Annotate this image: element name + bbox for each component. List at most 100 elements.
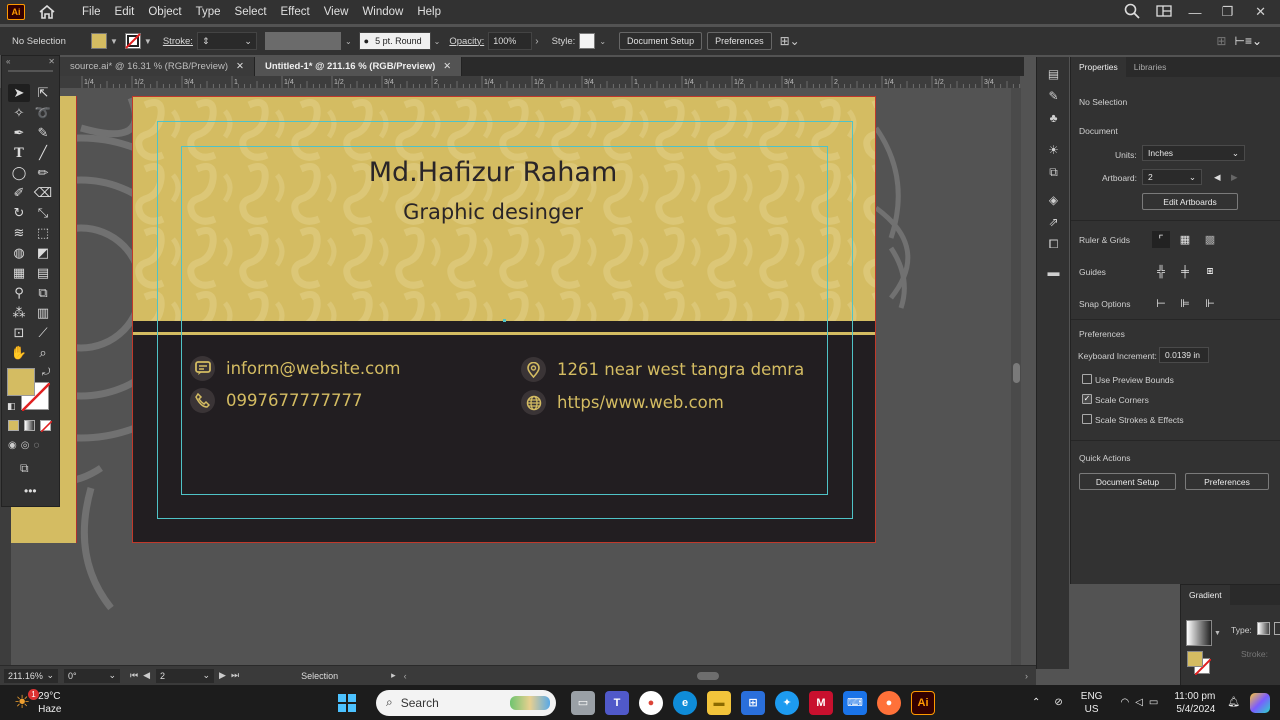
artboards-panel-icon[interactable]: ⧠ xyxy=(1037,233,1070,255)
brushes-panel-icon[interactable]: ✎ xyxy=(1037,85,1070,107)
tab-libraries[interactable]: Libraries xyxy=(1126,57,1175,77)
guides-lock-icon[interactable]: ╪ xyxy=(1176,263,1194,280)
symbols-panel-icon[interactable]: ♣ xyxy=(1037,107,1070,129)
taskbar-search[interactable]: ⌕ Search xyxy=(376,689,556,716)
menu-help[interactable]: Help xyxy=(410,0,448,24)
website-contact[interactable]: https/www.web.com xyxy=(521,390,724,415)
arrange-documents-icon[interactable]: ⊞⌄ xyxy=(780,34,800,48)
card-name[interactable]: Md.Hafizur Raham xyxy=(133,157,853,188)
hand-tool-icon[interactable]: ✋ xyxy=(8,344,30,362)
pen-tool-icon[interactable]: ✒ xyxy=(8,124,30,142)
curvature-tool-icon[interactable]: ✎ xyxy=(32,124,54,142)
vertical-scroll-thumb[interactable] xyxy=(1013,363,1020,383)
remote-app-icon[interactable]: ⌨ xyxy=(843,690,867,715)
paintbrush-tool-icon[interactable]: ✏ xyxy=(32,164,54,182)
tab-properties[interactable]: Properties xyxy=(1071,57,1126,77)
stroke-label[interactable]: Stroke: xyxy=(163,36,193,47)
magic-wand-tool-icon[interactable]: ✧ xyxy=(8,104,30,122)
next-artboard-icon[interactable]: ▶ xyxy=(1231,172,1238,183)
appearance-panel-icon[interactable]: ☀ xyxy=(1037,139,1070,161)
none-mode-icon[interactable] xyxy=(40,420,52,432)
grid-icon[interactable]: ▦ xyxy=(1176,231,1194,248)
selection-tool-icon[interactable]: ➤ xyxy=(8,84,30,102)
slice-tool-icon[interactable]: ⟋ xyxy=(32,324,54,342)
blend-tool-icon[interactable]: ⧉ xyxy=(32,284,54,302)
show-hidden-icons[interactable]: ⌃ xyxy=(1032,697,1040,708)
status-menu-arrow-icon[interactable]: ▸ xyxy=(391,670,396,681)
width-tool-icon[interactable]: ≋ xyxy=(8,224,30,242)
card-role[interactable]: Graphic desinger xyxy=(133,200,853,224)
copilot-icon[interactable] xyxy=(1250,692,1270,713)
volume-icon[interactable]: ◁ xyxy=(1135,697,1143,708)
gradient-fill-icon[interactable] xyxy=(1187,651,1203,667)
variable-width-profile[interactable] xyxy=(264,32,341,50)
brush-definition[interactable]: ● 5 pt. Round xyxy=(358,32,431,50)
rotate-tool-icon[interactable]: ↻ xyxy=(8,204,30,222)
lasso-tool-icon[interactable]: ➰ xyxy=(32,104,54,122)
illustrator-taskbar-icon[interactable]: Ai xyxy=(911,690,935,715)
wifi-icon[interactable]: ◠ xyxy=(1120,697,1129,708)
stroke-weight-input[interactable]: ⇕ ⌄ xyxy=(196,32,257,50)
draw-inside-icon[interactable]: ◌ xyxy=(33,440,39,451)
battery-saver-icon[interactable]: ⊘ xyxy=(1054,697,1062,708)
fill-color-icon[interactable] xyxy=(7,368,35,396)
keyboard-increment-input[interactable]: 0.0139 in xyxy=(1159,347,1209,363)
vertical-scrollbar[interactable] xyxy=(1011,88,1021,665)
chevron-right-icon[interactable]: › xyxy=(535,36,538,47)
close-icon[interactable]: ✕ xyxy=(236,61,244,72)
windows-start-icon[interactable] xyxy=(335,691,359,715)
artboard-select[interactable]: 2 ⌄ xyxy=(1142,169,1202,185)
column-graph-tool-icon[interactable]: ▥ xyxy=(32,304,54,322)
comments-panel-icon[interactable]: ▬ xyxy=(1037,261,1070,283)
search-icon[interactable] xyxy=(1124,3,1141,22)
chevron-down-icon[interactable]: ▼ xyxy=(1214,630,1221,637)
firefox-icon[interactable]: ● xyxy=(877,690,901,715)
menu-file[interactable]: File xyxy=(75,0,108,24)
canvas[interactable]: Md.Hafizur Raham Graphic desinger inform… xyxy=(11,88,1021,665)
eraser-tool-icon[interactable]: ⌫ xyxy=(32,184,54,202)
snap-to-grid-icon[interactable]: ⊫ xyxy=(1176,295,1194,312)
horizontal-ruler[interactable]: 1/4 1/2 3/4 1 1/4 1/2 3/4 2 1/4 1/2 3/4 1 1/4 1/2 3/4 2… xyxy=(60,76,1020,88)
battery-icon[interactable]: ▭ xyxy=(1149,697,1158,708)
fill-swatch[interactable]: ▼ xyxy=(91,33,121,49)
menu-type[interactable]: Type xyxy=(189,0,228,24)
type-tool-icon[interactable]: T xyxy=(8,144,30,162)
line-tool-icon[interactable]: ╱ xyxy=(32,144,54,162)
shape-builder-tool-icon[interactable]: ◍ xyxy=(8,244,30,262)
rulers-icon[interactable]: ⌜ xyxy=(1152,231,1170,248)
home-icon[interactable] xyxy=(39,4,55,19)
menu-window[interactable]: Window xyxy=(355,0,410,24)
draw-behind-icon[interactable]: ◎ xyxy=(21,440,30,451)
color-mode-icon[interactable] xyxy=(8,420,19,431)
perspective-grid-tool-icon[interactable]: ▦ xyxy=(8,264,30,282)
artboard-navigation-select[interactable]: 2 ⌄ xyxy=(156,668,215,683)
first-artboard-icon[interactable]: ⏮ xyxy=(130,670,138,681)
guides-show-icon[interactable]: ╬ xyxy=(1152,263,1170,280)
default-fill-stroke-icon[interactable]: ◧ xyxy=(7,401,16,412)
linear-gradient-icon[interactable] xyxy=(1257,622,1270,635)
chevron-down-icon[interactable]: ⌄ xyxy=(345,37,352,46)
tab-untitled-document[interactable]: Untitled-1* @ 211.16 % (RGB/Preview) ✕ xyxy=(254,57,463,76)
symbol-sprayer-tool-icon[interactable]: ⁂ xyxy=(8,304,30,322)
menu-object[interactable]: Object xyxy=(141,0,188,24)
more-tools-icon[interactable]: ••• xyxy=(24,484,37,498)
eyedropper-tool-icon[interactable]: ⚲ xyxy=(8,284,30,302)
rotation-select[interactable]: 0° ⌄ xyxy=(64,668,120,683)
stroke-swatch[interactable]: ▼ xyxy=(124,33,155,49)
preferences-button[interactable]: Preferences xyxy=(707,32,772,50)
shaper-tool-icon[interactable]: ✐ xyxy=(8,184,30,202)
menu-edit[interactable]: Edit xyxy=(108,0,142,24)
document-setup-button[interactable]: Document Setup xyxy=(619,32,703,50)
clock[interactable]: 11:00 pm 5/4/2024 xyxy=(1174,690,1215,716)
live-paint-tool-icon[interactable]: ◩ xyxy=(32,244,54,262)
zoom-select[interactable]: 211.16% ⌄ xyxy=(4,668,58,683)
business-card-artboard[interactable]: Md.Hafizur Raham Graphic desinger inform… xyxy=(132,96,876,543)
transparency-grid-icon[interactable]: ▩ xyxy=(1201,231,1219,248)
draw-normal-icon[interactable]: ◉ xyxy=(8,440,17,451)
address-contact[interactable]: 1261 near west tangra demra xyxy=(521,357,804,382)
qa-preferences-button[interactable]: Preferences xyxy=(1185,473,1269,490)
screen-mode-icon[interactable]: ⧉ xyxy=(20,461,29,476)
gradient-mode-icon[interactable] xyxy=(24,420,35,431)
zoom-tool-icon[interactable]: ⌕ xyxy=(32,344,54,362)
collapse-icon[interactable]: « xyxy=(6,57,10,66)
